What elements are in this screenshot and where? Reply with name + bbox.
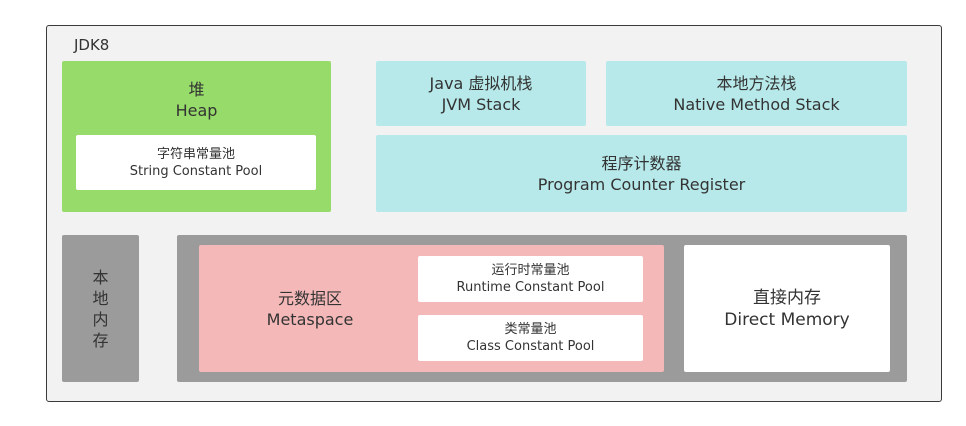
native-memory-char: 本 xyxy=(92,267,109,287)
direct-memory-name-en: Direct Memory xyxy=(724,309,850,330)
heap-name-cn: 堆 xyxy=(188,80,205,99)
direct-memory: 直接内存 Direct Memory xyxy=(684,245,890,372)
native-method-stack: 本地方法栈 Native Method Stack xyxy=(606,61,907,126)
pc-register-name-en: Program Counter Register xyxy=(537,174,746,194)
native-memory-label: 本 地 内 存 xyxy=(62,235,139,382)
runtime-pool-name-en: Runtime Constant Pool xyxy=(456,280,605,295)
runtime-pool-name-cn: 运行时常量池 xyxy=(491,263,570,278)
heap-name-en: Heap xyxy=(175,101,218,120)
heap-title: 堆 Heap xyxy=(62,79,331,121)
heap-region: 堆 Heap 字符串常量池 String Constant Pool xyxy=(62,61,331,212)
native-memory-char: 内 xyxy=(92,309,109,329)
jvm-stack: Java 虚拟机栈 JVM Stack xyxy=(376,61,586,126)
metaspace-name-en: Metaspace xyxy=(266,309,354,329)
string-pool-name-cn: 字符串常量池 xyxy=(156,146,235,162)
runtime-constant-pool: 运行时常量池 Runtime Constant Pool xyxy=(418,256,643,302)
string-pool-name-en: String Constant Pool xyxy=(129,163,263,179)
pc-register-name-cn: 程序计数器 xyxy=(601,153,682,173)
string-constant-pool: 字符串常量池 String Constant Pool xyxy=(76,135,316,190)
class-pool-name-cn: 类常量池 xyxy=(504,322,557,337)
native-memory-char: 地 xyxy=(92,288,109,308)
native-memory-char: 存 xyxy=(92,330,109,350)
direct-memory-name-cn: 直接内存 xyxy=(753,287,821,308)
class-constant-pool: 类常量池 Class Constant Pool xyxy=(418,315,643,361)
native-memory-region: 元数据区 Metaspace 运行时常量池 Runtime Constant P… xyxy=(177,235,907,382)
jvm-stack-name-en: JVM Stack xyxy=(441,94,521,114)
metaspace-title: 元数据区 Metaspace xyxy=(199,245,421,372)
metaspace-name-cn: 元数据区 xyxy=(277,288,342,308)
metaspace-region: 元数据区 Metaspace 运行时常量池 Runtime Constant P… xyxy=(199,245,664,372)
program-counter-register: 程序计数器 Program Counter Register xyxy=(376,135,907,212)
native-stack-name-cn: 本地方法栈 xyxy=(716,73,797,93)
native-stack-name-en: Native Method Stack xyxy=(673,94,840,114)
jvm-stack-name-cn: Java 虚拟机栈 xyxy=(429,73,533,93)
class-pool-name-en: Class Constant Pool xyxy=(466,339,595,354)
jdk-label: JDK8 xyxy=(74,36,110,54)
